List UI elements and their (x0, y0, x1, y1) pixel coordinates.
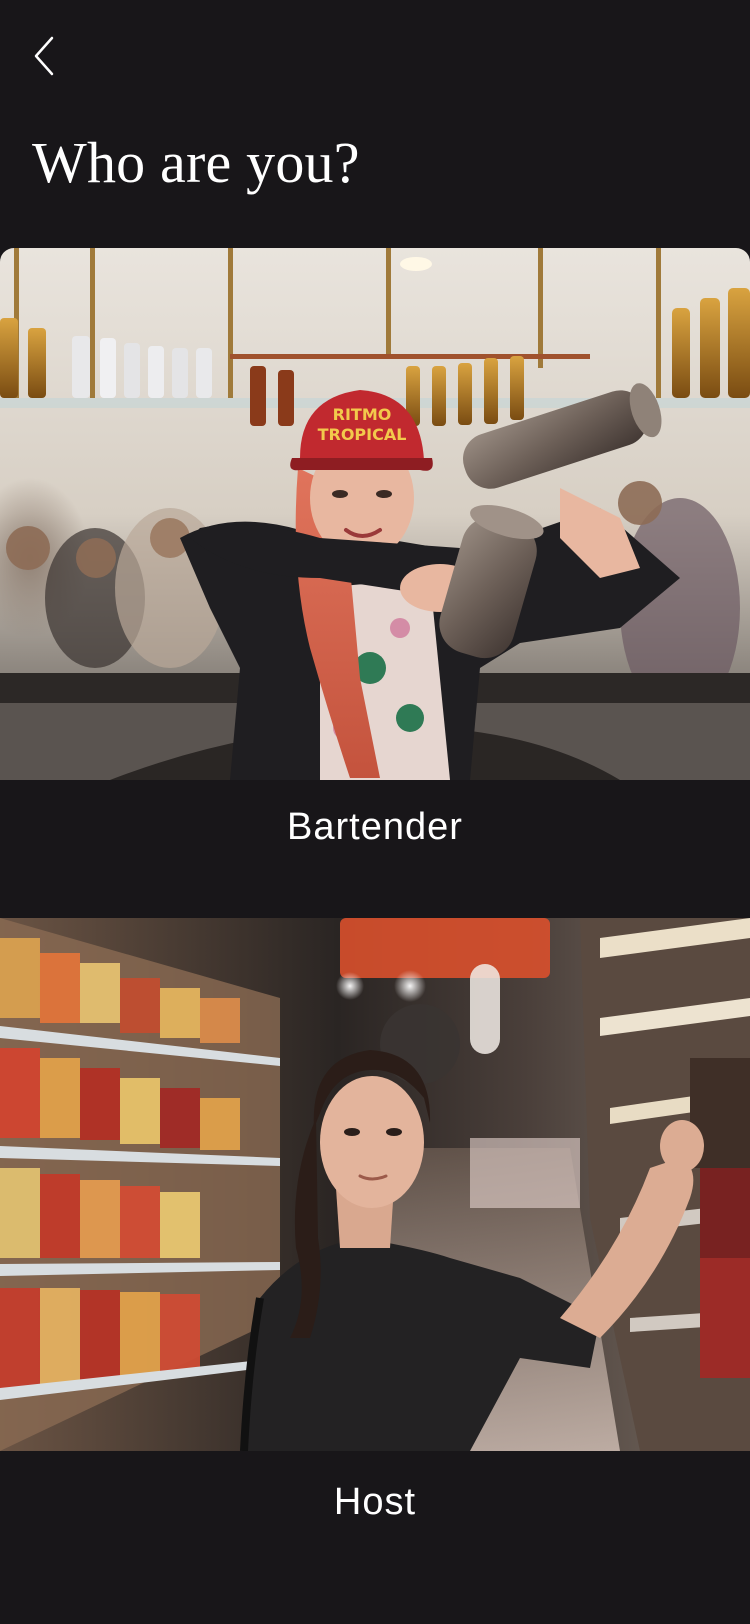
host-photo (0, 918, 750, 1451)
role-label-host: Host (333, 1481, 417, 1523)
role-card-bartender[interactable]: RITMO TROPICAL Bartender (0, 248, 750, 852)
bartender-photo: RITMO TROPICAL (0, 248, 750, 780)
page-title: Who are you? (32, 130, 360, 195)
cap-text-line1: RITMO (333, 405, 392, 424)
chevron-left-icon (28, 30, 64, 82)
role-card-host[interactable]: Host (0, 918, 750, 1527)
back-button[interactable] (28, 30, 64, 82)
role-label-bartender: Bartender (287, 806, 463, 848)
cap-text-line2: TROPICAL (318, 425, 407, 444)
